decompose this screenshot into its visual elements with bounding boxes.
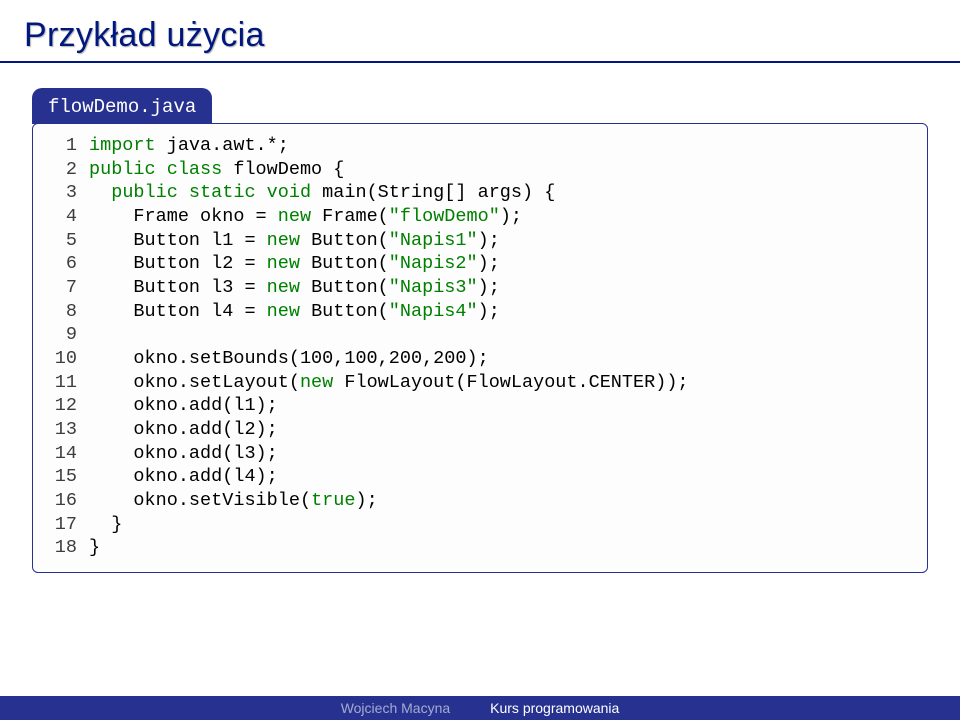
code-keyword: "Napis4" (389, 301, 478, 322)
line-number: 7 (45, 276, 89, 300)
code-text: ); (478, 301, 500, 322)
line-number: 14 (45, 442, 89, 466)
line-number: 12 (45, 394, 89, 418)
line-number: 16 (45, 489, 89, 513)
line-number: 3 (45, 181, 89, 205)
code-text: Button l2 = (133, 253, 266, 274)
code-line: 13 okno.add(l2); (45, 418, 915, 442)
code-text: Frame( (311, 206, 389, 227)
line-number: 15 (45, 465, 89, 489)
footer-course: Kurs programowania (490, 700, 619, 716)
code-keyword: new (300, 372, 333, 393)
code-text: ); (500, 206, 522, 227)
code-text: okno.add(l3); (133, 443, 277, 464)
code-line: 7 Button l3 = new Button("Napis3"); (45, 276, 915, 300)
footer-bar: Wojciech Macyna Kurs programowania (0, 696, 960, 720)
code-keyword: true (311, 490, 355, 511)
code-text: main(String[] args) { (311, 182, 555, 203)
code-line: 9 (45, 323, 915, 347)
code-line: 15 okno.add(l4); (45, 465, 915, 489)
code-line: 1import java.awt.*; (45, 134, 915, 158)
line-number: 8 (45, 300, 89, 324)
code-text: } (111, 514, 122, 535)
code-text: okno.add(l4); (133, 466, 277, 487)
code-keyword: new (267, 230, 300, 251)
code-text: okno.setLayout( (133, 372, 300, 393)
code-text: Frame okno = (133, 206, 277, 227)
content-area: flowDemo.java 1import java.awt.*;2public… (0, 87, 960, 573)
footer-author: Wojciech Macyna (341, 700, 450, 716)
code-text: ); (478, 253, 500, 274)
code-line: 17 } (45, 513, 915, 537)
code-keyword: new (278, 206, 311, 227)
code-text: FlowLayout(FlowLayout.CENTER)); (333, 372, 688, 393)
code-text: ); (478, 277, 500, 298)
line-number: 11 (45, 371, 89, 395)
code-keyword: new (267, 277, 300, 298)
code-keyword: "Napis3" (389, 277, 478, 298)
code-line: 8 Button l4 = new Button("Napis4"); (45, 300, 915, 324)
line-number: 4 (45, 205, 89, 229)
code-keyword: new (267, 253, 300, 274)
line-number: 1 (45, 134, 89, 158)
code-keyword: "flowDemo" (389, 206, 500, 227)
code-line: 12 okno.add(l1); (45, 394, 915, 418)
code-line: 11 okno.setLayout(new FlowLayout(FlowLay… (45, 371, 915, 395)
code-line: 4 Frame okno = new Frame("flowDemo"); (45, 205, 915, 229)
title-rule (0, 61, 960, 63)
code-text: ); (478, 230, 500, 251)
code-line: 6 Button l2 = new Button("Napis2"); (45, 252, 915, 276)
code-line: 2public class flowDemo { (45, 158, 915, 182)
code-text: ); (355, 490, 377, 511)
code-text: okno.add(l1); (133, 395, 277, 416)
code-text: Button l3 = (133, 277, 266, 298)
code-line: 5 Button l1 = new Button("Napis1"); (45, 229, 915, 253)
line-number: 10 (45, 347, 89, 371)
line-number: 17 (45, 513, 89, 537)
code-text: okno.setVisible( (133, 490, 311, 511)
code-listing: 1import java.awt.*;2public class flowDem… (45, 134, 915, 560)
code-text: Button( (300, 277, 389, 298)
line-number: 5 (45, 229, 89, 253)
line-number: 9 (45, 323, 89, 347)
code-text: okno.setBounds(100,100,200,200); (133, 348, 488, 369)
file-tab: flowDemo.java (32, 88, 212, 124)
code-keyword: "Napis2" (389, 253, 478, 274)
code-line: 3 public static void main(String[] args)… (45, 181, 915, 205)
slide-title: Przykład użycia (0, 0, 960, 59)
code-line: 10 okno.setBounds(100,100,200,200); (45, 347, 915, 371)
code-keyword: import (89, 135, 156, 156)
code-box: 1import java.awt.*;2public class flowDem… (32, 123, 928, 573)
code-text: java.awt.*; (156, 135, 289, 156)
line-number: 13 (45, 418, 89, 442)
code-line: 14 okno.add(l3); (45, 442, 915, 466)
line-number: 2 (45, 158, 89, 182)
code-line: 18} (45, 536, 915, 560)
code-text: Button l4 = (133, 301, 266, 322)
code-text: Button( (300, 253, 389, 274)
code-line: 16 okno.setVisible(true); (45, 489, 915, 513)
code-text: Button( (300, 230, 389, 251)
line-number: 18 (45, 536, 89, 560)
code-keyword: public static void (111, 182, 311, 203)
code-text: } (89, 537, 100, 558)
code-text: Button( (300, 301, 389, 322)
code-keyword: new (267, 301, 300, 322)
code-text: okno.add(l2); (133, 419, 277, 440)
code-keyword: public class (89, 159, 222, 180)
code-text: Button l1 = (133, 230, 266, 251)
line-number: 6 (45, 252, 89, 276)
code-keyword: "Napis1" (389, 230, 478, 251)
code-text: flowDemo { (222, 159, 344, 180)
